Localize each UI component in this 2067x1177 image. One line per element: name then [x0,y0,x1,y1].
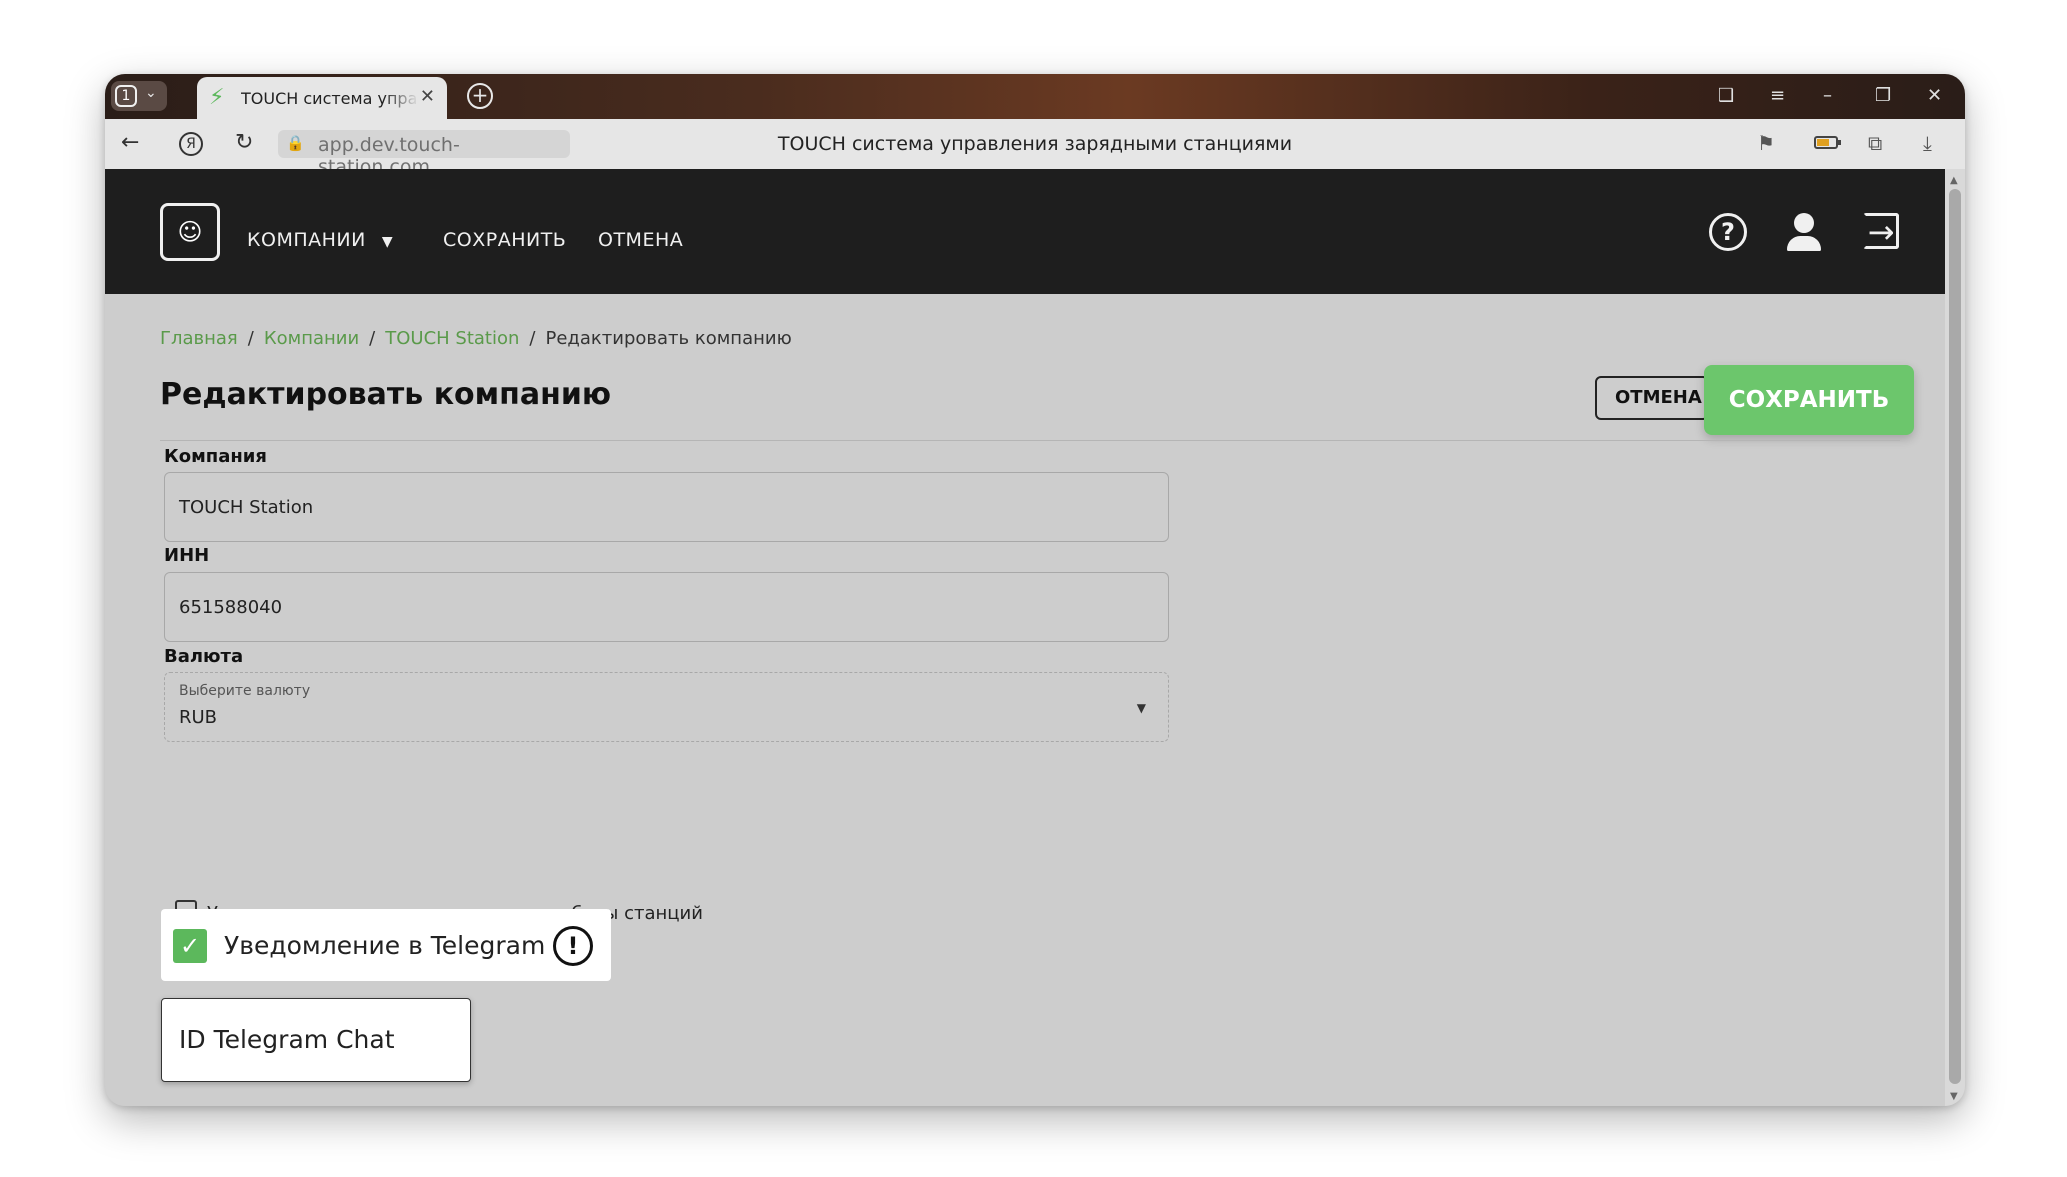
telegram-chat-field[interactable]: ID Telegram Chat [161,998,471,1082]
save-button[interactable]: СОХРАНИТЬ [1704,365,1914,435]
currency-placeholder: Выберите валюту [179,683,311,699]
currency-select[interactable]: Выберите валюту RUB ▼ [164,672,1169,742]
divider [160,440,1900,441]
breadcrumb-separator: / [247,328,254,349]
company-logo-icon[interactable]: ☺ [160,203,220,261]
breadcrumb-separator: / [529,328,536,349]
page-title-bar: TOUCH система управления зарядными станц… [777,133,1293,155]
tab-counter-button[interactable]: 1 ⌄ [111,81,167,111]
collections-icon[interactable]: ❑ [1718,85,1734,106]
caret-down-icon: ▼ [381,234,394,250]
tab-active[interactable]: ⚡ TOUCH система управления зарядными ста… [197,77,447,119]
main-content: Главная / Компании / TOUCH Station / Редактиро… [105,294,1945,1106]
menu-icon[interactable]: ≡ [1770,85,1785,106]
cancel-button[interactable]: ОТМЕНА [1595,376,1709,420]
telegram-chat-value: ID Telegram Chat [179,1025,395,1054]
bookmark-icon[interactable]: ⚑ [1757,131,1775,155]
page-title: Редактировать компанию [160,377,612,412]
warning-icon[interactable]: ! [553,926,593,966]
close-icon[interactable]: ✕ [420,86,435,107]
company-label: Компания [164,446,267,467]
logout-icon[interactable]: → [1863,213,1899,249]
currency-label: Валюта [164,646,244,667]
help-icon[interactable]: ? [1709,213,1747,251]
plus-icon[interactable]: + [467,83,493,109]
nav-companies-label: КОМПАНИИ [247,229,366,251]
currency-value: RUB [179,707,218,728]
tab-count: 1 [115,85,137,107]
address-bar: ← Я ↻ 🔒 app.dev.touch-station.com TOUCH … [105,119,1965,178]
share-icon[interactable]: ⧉ [1868,131,1882,155]
minimize-icon[interactable]: – [1823,85,1832,106]
breadcrumb: Главная / Компании / TOUCH Station / Редактиро… [160,328,792,349]
browser-window: 1 ⌄ ⚡ TOUCH система управления зарядными… [105,74,1965,1106]
battery-icon[interactable] [1814,136,1841,149]
restore-icon[interactable]: ❐ [1875,85,1891,106]
download-icon[interactable]: ⤓ [1923,131,1932,155]
close-window-icon[interactable]: ✕ [1927,85,1942,106]
breadcrumb-current: Редактировать компанию [545,328,792,349]
telegram-notify-label: Уведомление в Telegram [224,931,546,960]
nav-cancel[interactable]: ОТМЕНА [598,229,683,251]
scrollbar-thumb[interactable] [1949,189,1961,1084]
nav-save[interactable]: СОХРАНИТЬ [443,229,566,251]
caret-down-icon: ▼ [1136,701,1146,715]
user-icon-head [1794,213,1814,233]
nav-companies[interactable]: КОМПАНИИ ▼ [247,229,393,251]
user-icon[interactable] [1786,213,1822,253]
check-icon[interactable]: ✓ [173,929,207,963]
breadcrumb-company[interactable]: TOUCH Station [385,328,519,349]
breadcrumb-companies[interactable]: Компании [264,328,359,349]
tab-strip: 1 ⌄ ⚡ TOUCH система управления зарядными… [105,74,1965,119]
inn-value: 651588040 [179,597,283,618]
breadcrumb-separator: / [369,328,376,349]
company-value: TOUCH Station [179,497,314,518]
app-header: ☺ КОМПАНИИ ▼ СОХРАНИТЬ ОТМЕНА ? → [105,169,1945,294]
bolt-icon: ⚡ [209,85,225,110]
breadcrumb-home[interactable]: Главная [160,328,238,349]
scroll-down-icon[interactable]: ▼ [1950,1091,1958,1102]
chevron-down-icon: ⌄ [145,85,157,101]
inn-label: ИНН [164,545,210,566]
scroll-up-icon[interactable]: ▲ [1950,175,1958,186]
company-field[interactable]: TOUCH Station [164,472,1169,542]
scrollbar[interactable]: ▲ ▼ [1945,169,1965,1106]
inn-field[interactable]: 651588040 [164,572,1169,642]
tab-title: TOUCH система управления зарядными станц… [241,89,419,108]
telegram-notify-row[interactable]: ✓ Уведомление в Telegram ! [161,909,611,981]
user-icon-body [1787,236,1821,251]
